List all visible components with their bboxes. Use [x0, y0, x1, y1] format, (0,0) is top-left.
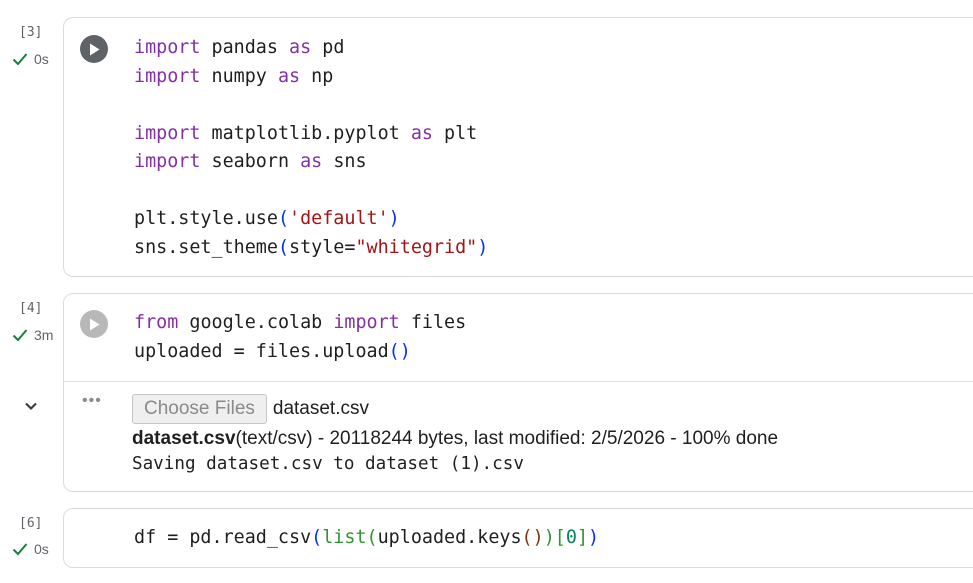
code-editor[interactable]: from google.colab import files uploaded …	[134, 309, 466, 366]
code-cell-3[interactable]: df = pd.read_csv(list(uploaded.keys())[0…	[63, 508, 973, 568]
code-token: google.colab	[178, 312, 334, 333]
code-token: as	[277, 65, 301, 87]
code-token: ]	[576, 527, 589, 548]
execution-count: [6]	[19, 516, 43, 531]
code-token: np	[300, 65, 334, 87]
code-token: matplotlib.pyplot	[200, 122, 411, 144]
check-icon	[12, 543, 28, 556]
execution-status: 3m	[12, 327, 53, 343]
code-token: import	[333, 312, 400, 333]
upload-details: (text/csv) - 20118244 bytes, last modifi…	[235, 428, 779, 449]
code-editor[interactable]: import pandas as pd import numpy as np i…	[134, 34, 488, 262]
code-token: import	[134, 151, 201, 172]
execution-status: 0s	[12, 541, 49, 557]
execution-status: 0s	[12, 51, 49, 67]
choose-files-button[interactable]: Choose Files	[132, 394, 267, 424]
code-token: (	[366, 527, 378, 548]
chosen-file-name: dataset.csv	[272, 398, 369, 419]
code-token: plt.style.use	[134, 208, 278, 229]
code-token: df = pd.read_csv	[134, 527, 312, 548]
more-horiz-icon[interactable]: •••	[82, 392, 102, 410]
cell-output: ••• Choose Files dataset.csv dataset.csv…	[64, 381, 973, 492]
run-cell-button[interactable]	[80, 310, 108, 338]
code-token: )	[588, 527, 600, 548]
code-token: "whitegrid"	[355, 236, 478, 258]
code-token: 'default'	[289, 208, 389, 229]
check-icon	[12, 329, 28, 342]
code-token: plt	[432, 122, 478, 144]
run-cell-button[interactable]	[80, 35, 108, 63]
code-token: pandas	[200, 37, 290, 58]
code-token: uploaded.keys	[377, 527, 522, 548]
execution-count: [4]	[19, 301, 43, 316]
execution-time: 3m	[34, 327, 54, 343]
execution-time: 0s	[34, 51, 49, 67]
code-token: )	[477, 236, 489, 258]
uploaded-file-name: dataset.csv	[132, 428, 236, 449]
code-token: pd	[311, 37, 345, 58]
code-token: sns.set_theme	[134, 236, 278, 258]
code-token: uploaded = files.upload	[134, 340, 389, 362]
code-token: from	[134, 312, 179, 333]
saving-message: Saving dataset.csv to dataset (1).csv	[132, 454, 524, 474]
code-token: as	[410, 122, 433, 144]
upload-status: dataset.csv(text/csv) - 20118244 bytes, …	[132, 428, 778, 450]
code-token: as	[289, 37, 312, 58]
code-token: files	[399, 312, 467, 333]
execution-count: [3]	[19, 25, 43, 40]
code-token: (	[277, 236, 290, 258]
code-token: import	[134, 122, 201, 144]
code-token: seaborn	[200, 151, 301, 172]
chevron-down-icon[interactable]	[22, 397, 40, 415]
code-token: ()	[521, 527, 544, 548]
code-token: as	[300, 151, 323, 172]
play-icon	[90, 43, 100, 55]
code-token: (	[277, 208, 290, 229]
code-token: )	[388, 208, 400, 229]
file-upload-widget: Choose Files dataset.csv	[132, 394, 369, 424]
code-token: style=	[289, 236, 356, 258]
code-cell-1[interactable]: import pandas as pd import numpy as np i…	[63, 17, 973, 277]
code-token: list	[322, 527, 367, 548]
check-icon	[12, 53, 28, 66]
code-token: ()	[388, 340, 411, 362]
code-editor[interactable]: df = pd.read_csv(list(uploaded.keys())[0…	[134, 524, 599, 553]
code-token: import	[134, 65, 201, 87]
code-cell-2[interactable]: from google.colab import files uploaded …	[63, 293, 973, 492]
code-token: (	[311, 527, 323, 548]
code-token: )	[543, 527, 555, 548]
play-icon	[90, 318, 100, 330]
code-token: sns	[322, 151, 367, 172]
code-token: import	[134, 37, 201, 58]
code-token: [	[554, 527, 566, 548]
code-token: 0	[565, 527, 577, 548]
code-token: numpy	[200, 65, 278, 87]
execution-time: 0s	[34, 541, 49, 557]
